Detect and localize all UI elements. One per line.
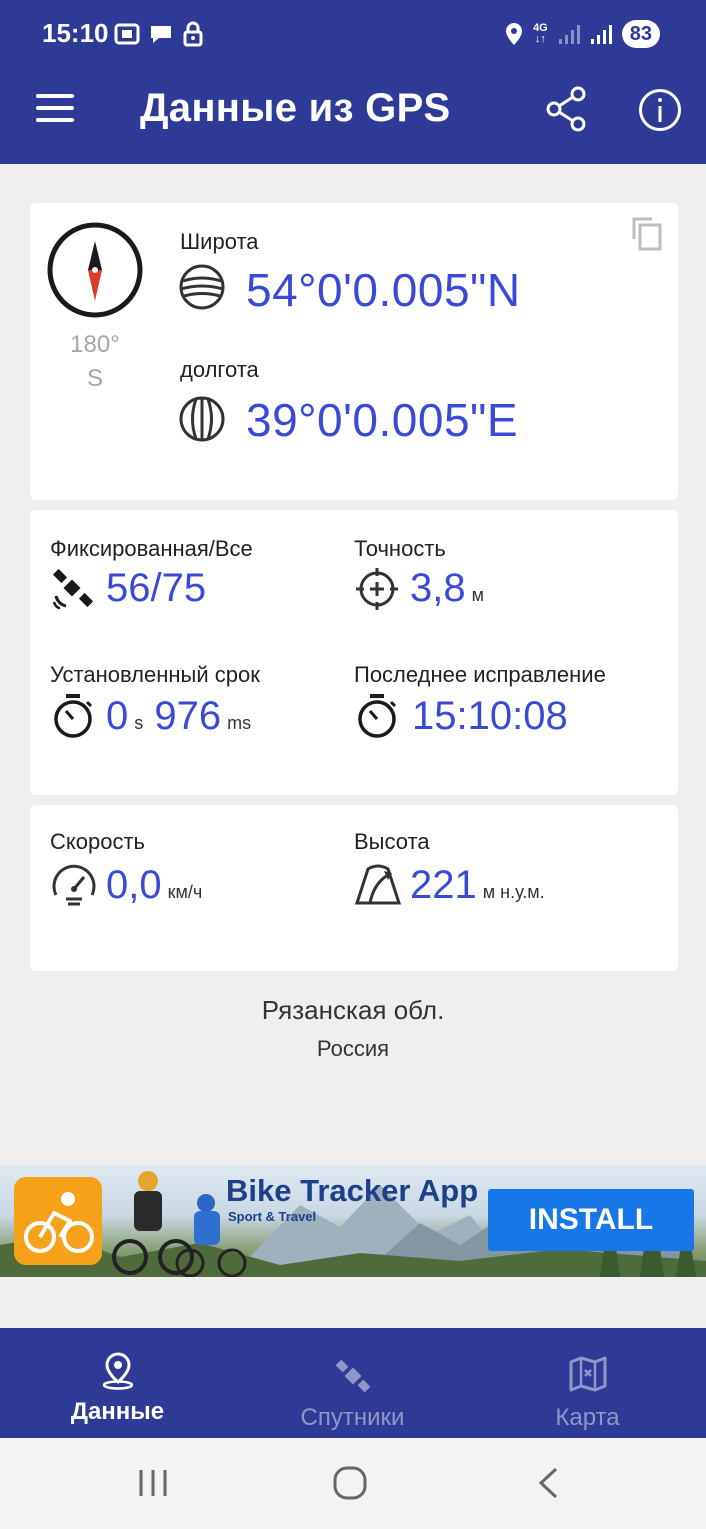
satellites-value: 56/75: [106, 566, 207, 610]
accuracy-label: Точность: [354, 536, 446, 561]
longitude-globe-icon: [179, 396, 225, 442]
bottom-nav: Данные Спутники Карта: [0, 1328, 706, 1438]
ad-banner[interactable]: Bike Tracker App Sport & Travel INSTALL: [0, 1165, 706, 1277]
back-icon[interactable]: [536, 1466, 560, 1500]
satellite-icon: [52, 568, 94, 610]
accuracy-crosshair-icon: [356, 568, 398, 610]
ttff-ms-unit: ms: [227, 713, 252, 733]
last-fix-value: 15:10:08: [412, 694, 568, 738]
latitude-label: Широта: [180, 229, 259, 254]
battery-icon: 83: [621, 20, 660, 48]
ad-app-logo[interactable]: [14, 1177, 102, 1265]
heading-direction: S: [86, 365, 103, 392]
accuracy-value: 3,8: [410, 566, 466, 610]
info-icon[interactable]: [638, 88, 682, 132]
home-icon[interactable]: [332, 1466, 368, 1500]
altitude-value: 221: [410, 863, 477, 907]
nav-item-data[interactable]: Данные: [0, 1328, 235, 1438]
signal-icon: [558, 25, 580, 44]
heading-degrees: 180°: [70, 331, 120, 358]
accuracy-value-wrap: 3,8 м: [410, 566, 484, 611]
country-name: Россия: [316, 1036, 390, 1061]
share-icon[interactable]: [544, 86, 588, 132]
compass-icon: [47, 222, 143, 318]
location-icon: [506, 23, 523, 45]
speed-unit: км/ч: [167, 882, 203, 902]
location-info: Рязанская обл. Россия: [0, 995, 706, 1062]
ttff-value-wrap: 0s 976 ms: [106, 694, 251, 739]
ttff-seconds-unit: s: [134, 713, 144, 733]
status-icons-right: 4G ↓↑ 83: [505, 18, 660, 50]
location-pin-icon: [102, 1352, 133, 1390]
satellite-icon: [335, 1359, 370, 1393]
motion-card: Скорость 0,0 км/ч Высота 221 м н.у.м.: [30, 805, 678, 971]
status-icons-left: [114, 20, 204, 48]
menu-icon[interactable]: [36, 94, 74, 124]
altitude-value-wrap: 221 м н.у.м.: [410, 863, 545, 908]
stopwatch-icon: [358, 694, 397, 738]
satellites-label: Фиксированная/Все: [50, 536, 253, 561]
screenshot-icon: [114, 23, 140, 45]
longitude-label: долгота: [180, 357, 259, 382]
cyclist-icon: [24, 1192, 94, 1253]
altitude-icon: [354, 864, 402, 905]
speed-label: Скорость: [50, 829, 146, 854]
nav-label-map: Карта: [555, 1404, 620, 1431]
ad-title: Bike Tracker App: [226, 1173, 479, 1208]
fix-info-card: Фиксированная/Все 56/75 Точность 3,8 м Ус…: [30, 510, 678, 795]
coordinates-card: 180° S Широта 54°0'0.005"N долгота 39°0'…: [30, 203, 678, 500]
longitude-value: 39°0'0.005"E: [246, 394, 519, 446]
latitude-value: 54°0'0.005"N: [246, 264, 521, 316]
ttff-ms: 976: [154, 694, 222, 738]
chat-icon: [151, 26, 171, 43]
ttff-seconds: 0: [106, 694, 129, 738]
copy-icon[interactable]: [630, 215, 664, 251]
map-icon: [569, 1356, 606, 1392]
altitude-unit: м н.у.м.: [482, 882, 545, 902]
page-title: Данные из GPS: [140, 86, 451, 130]
nav-label-data: Данные: [70, 1398, 165, 1425]
latitude-globe-icon: [179, 264, 225, 310]
system-nav-bar: [0, 1438, 706, 1529]
lock-icon: [183, 21, 203, 47]
signal-icon: [590, 25, 612, 44]
region-name: Рязанская обл.: [261, 995, 445, 1025]
speed-value: 0,0: [106, 863, 162, 907]
nav-item-map[interactable]: Карта: [470, 1328, 705, 1438]
last-fix-label: Последнее исправление: [354, 662, 606, 687]
app-bar: Данные из GPS: [0, 54, 706, 164]
nav-item-satellites[interactable]: Спутники: [235, 1328, 470, 1438]
network-type: 4G ↓↑: [533, 22, 548, 45]
altitude-label: Высота: [354, 829, 430, 854]
ttff-label: Установленный срок: [50, 662, 260, 687]
install-button[interactable]: INSTALL: [488, 1189, 694, 1251]
accuracy-unit: м: [471, 585, 484, 605]
stopwatch-icon: [54, 694, 93, 738]
speedometer-icon: [52, 864, 96, 906]
nav-label-satellites: Спутники: [300, 1404, 405, 1431]
status-time: 15:10: [42, 18, 109, 48]
status-bar: 15:10 4G ↓↑ 83: [0, 0, 706, 54]
speed-value-wrap: 0,0 км/ч: [106, 863, 202, 908]
ad-subtitle: Sport & Travel: [228, 1209, 317, 1224]
recent-apps-icon[interactable]: [136, 1466, 170, 1500]
